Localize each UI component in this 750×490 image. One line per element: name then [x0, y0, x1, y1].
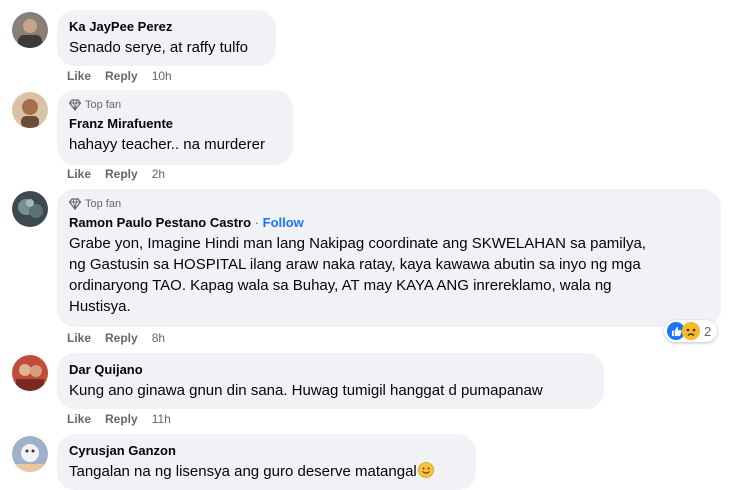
like-button[interactable]: Like — [67, 331, 91, 345]
comment-text: Tangalan na ng lisensya ang guro deserve… — [69, 461, 464, 482]
comment-actions: Like Reply 11h — [67, 411, 171, 427]
top-fan-badge: Top fan — [69, 197, 709, 211]
comment-text-line: Hustisya. — [69, 298, 131, 315]
reply-button[interactable]: Reply — [105, 167, 138, 181]
top-fan-badge: Top fan — [69, 98, 281, 112]
comment-author-row: Ramon Paulo Pestano Castro · Follow — [69, 214, 709, 232]
comment-timestamp[interactable]: 2h — [152, 167, 165, 181]
comment-text-line: ng Gastusin sa HOSPITAL ilang araw naka … — [69, 256, 641, 273]
comment-author[interactable]: Franz Mirafuente — [69, 115, 281, 133]
diamond-icon — [69, 198, 81, 210]
comment-text-line: ordinaryong TAO. Kapag wala sa Buhay, AT… — [69, 277, 612, 294]
comment-text-content: Tangalan na ng lisensya ang guro deserve… — [69, 463, 417, 480]
avatar[interactable] — [12, 436, 48, 472]
sad-icon — [682, 322, 700, 340]
separator-dot: · — [254, 215, 260, 230]
comment-text-line: Grabe yon, Imagine Hindi man lang Nakipa… — [69, 235, 646, 252]
comment-author[interactable]: Dar Quijano — [69, 361, 592, 379]
comment-timestamp[interactable]: 11h — [152, 412, 171, 426]
comment-actions: Like Reply 8h — [67, 330, 165, 346]
comment-author[interactable]: Ramon Paulo Pestano Castro — [69, 215, 251, 230]
avatar[interactable] — [12, 12, 48, 48]
comment-timestamp[interactable]: 8h — [152, 331, 165, 345]
avatar[interactable] — [12, 355, 48, 391]
reaction-summary[interactable]: 2 — [664, 320, 718, 342]
comment-text: Grabe yon, Imagine Hindi man lang Nakipa… — [69, 233, 709, 317]
comment-timestamp[interactable]: 10h — [152, 69, 172, 83]
avatar[interactable] — [12, 191, 48, 227]
reply-button[interactable]: Reply — [105, 412, 138, 426]
comment-actions: Like Reply 2h — [67, 166, 165, 182]
comment-actions: Like Reply 10h — [67, 68, 172, 84]
diamond-icon — [69, 99, 81, 111]
reply-button[interactable]: Reply — [105, 69, 138, 83]
avatar[interactable] — [12, 92, 48, 128]
like-button[interactable]: Like — [67, 412, 91, 426]
smile-icon — [417, 462, 434, 478]
comment-bubble: Dar Quijano Kung ano ginawa gnun din san… — [57, 353, 604, 409]
comment-text: Senado serye, at raffy tulfo — [69, 39, 248, 56]
comment-text: Kung ano ginawa gnun din sana. Huwag tum… — [69, 382, 543, 399]
comment-bubble: Cyrusjan Ganzon Tangalan na ng lisensya … — [57, 434, 476, 490]
badge-label: Top fan — [85, 99, 122, 111]
like-button[interactable]: Like — [67, 167, 91, 181]
comment-text: hahayy teacher.. na murderer — [69, 136, 265, 153]
comment-bubble: Ka JayPee Perez Senado serye, at raffy t… — [57, 10, 276, 66]
like-button[interactable]: Like — [67, 69, 91, 83]
comment-author[interactable]: Ka JayPee Perez — [69, 18, 264, 36]
reply-button[interactable]: Reply — [105, 331, 138, 345]
badge-label: Top fan — [85, 198, 122, 210]
follow-button[interactable]: Follow — [263, 215, 304, 230]
comment-author[interactable]: Cyrusjan Ganzon — [69, 442, 464, 460]
comment-bubble: Top fan Ramon Paulo Pestano Castro · Fol… — [57, 189, 721, 327]
comment-bubble: Top fan Franz Mirafuente hahayy teacher.… — [57, 90, 293, 165]
reaction-count: 2 — [704, 323, 712, 339]
